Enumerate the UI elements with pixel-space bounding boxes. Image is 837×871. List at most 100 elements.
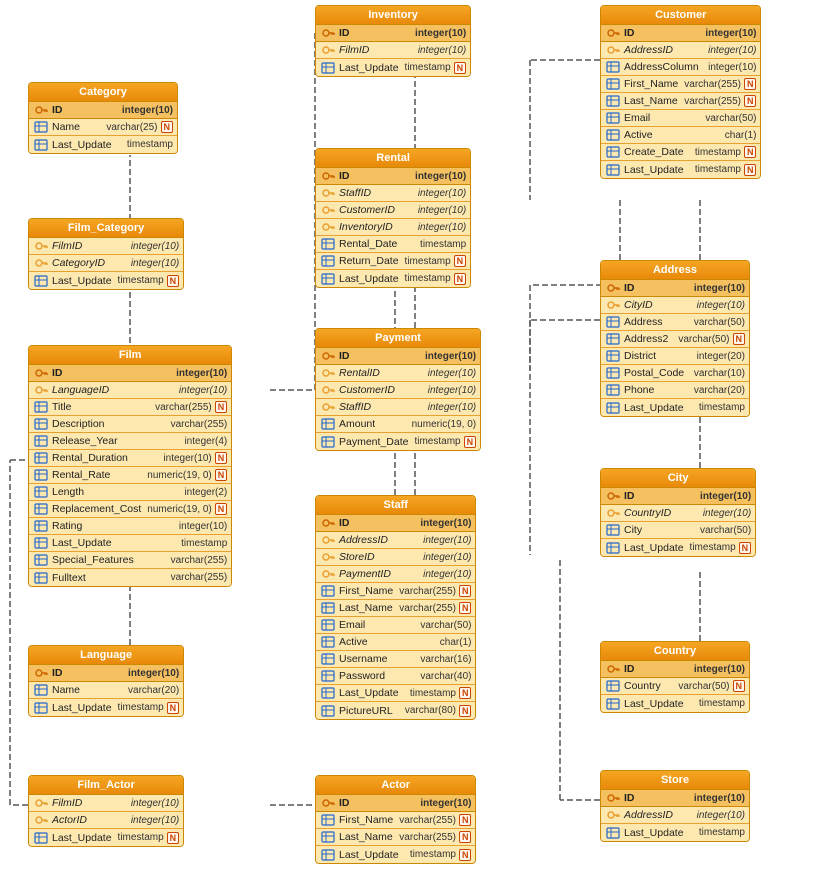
table-film[interactable]: FilmIDinteger(10)LanguageIDinteger(10)Ti… <box>28 345 232 587</box>
column-name: CategoryID <box>52 257 125 269</box>
column-icon <box>605 94 621 108</box>
table-customer[interactable]: CustomerIDinteger(10)AddressIDinteger(10… <box>600 5 761 179</box>
column-name: ActorID <box>52 814 125 826</box>
column-name: Last_Name <box>624 95 678 107</box>
table-row: IDinteger(10) <box>316 168 470 185</box>
table-row: Namevarchar(20) <box>29 682 183 699</box>
column-type: char(1) <box>440 637 472 648</box>
table-actor[interactable]: ActorIDinteger(10)First_Namevarchar(255)… <box>315 775 476 864</box>
table-row: Last_UpdatetimestampN <box>601 161 760 178</box>
column-icon <box>320 254 336 268</box>
column-icon <box>33 138 49 152</box>
table-row: IDinteger(10) <box>601 280 749 297</box>
table-row: Last_Namevarchar(255)N <box>316 829 475 846</box>
table-row: Rental_Datetimestamp <box>316 236 470 253</box>
column-name: Last_Update <box>624 542 684 554</box>
column-type: integer(10) <box>131 815 179 826</box>
primary-key-icon <box>320 169 336 183</box>
foreign-key-icon <box>320 567 336 581</box>
column-type: integer(10) <box>708 62 756 73</box>
column-type: timestamp <box>181 538 227 549</box>
column-type: integer(10) <box>694 793 745 804</box>
primary-key-icon <box>320 26 336 40</box>
column-type: integer(10) <box>428 368 476 379</box>
table-row: Last_UpdatetimestampN <box>316 59 470 76</box>
table-film_category[interactable]: Film_CategoryFilmIDinteger(10)CategoryID… <box>28 218 184 290</box>
not-null-badge: N <box>744 95 757 107</box>
primary-key-icon <box>320 796 336 810</box>
table-row: Address2varchar(50)N <box>601 331 749 348</box>
table-row: StoreIDinteger(10) <box>316 549 475 566</box>
column-icon <box>605 697 621 711</box>
column-icon <box>33 417 49 431</box>
table-staff[interactable]: StaffIDinteger(10)AddressIDinteger(10)St… <box>315 495 476 720</box>
table-row: IDinteger(10) <box>601 488 755 505</box>
column-type: timestamp <box>699 698 745 709</box>
column-type: integer(10) <box>423 535 471 546</box>
column-type: numeric(19, 0) <box>147 504 211 515</box>
not-null-badge: N <box>454 255 467 267</box>
table-row: IDinteger(10) <box>601 661 749 678</box>
column-name: FilmID <box>52 797 125 809</box>
column-name: Last_Update <box>52 702 112 714</box>
table-row: Last_Updatetimestamp <box>29 535 231 552</box>
table-country[interactable]: CountryIDinteger(10)Countryvarchar(50)NL… <box>600 641 750 713</box>
column-type: varchar(10) <box>694 368 745 379</box>
column-name: ID <box>624 282 688 294</box>
column-type: integer(10) <box>423 552 471 563</box>
table-row: First_Namevarchar(255)N <box>316 583 475 600</box>
column-name: InventoryID <box>339 221 412 233</box>
table-inventory[interactable]: InventoryIDinteger(10)FilmIDinteger(10)L… <box>315 5 471 77</box>
table-row: Ratinginteger(10) <box>29 518 231 535</box>
foreign-key-icon <box>320 550 336 564</box>
column-icon <box>320 652 336 666</box>
column-type: integer(10) <box>697 810 745 821</box>
column-type: varchar(255) <box>399 586 456 597</box>
foreign-key-icon <box>33 239 49 253</box>
table-language[interactable]: LanguageIDinteger(10)Namevarchar(20)Last… <box>28 645 184 717</box>
table-city[interactable]: CityIDinteger(10)CountryIDinteger(10)Cit… <box>600 468 756 557</box>
column-name: CustomerID <box>339 204 412 216</box>
column-type: varchar(50) <box>705 113 756 124</box>
table-row: CustomerIDinteger(10) <box>316 202 470 219</box>
foreign-key-icon <box>33 813 49 827</box>
column-type: integer(10) <box>428 402 476 413</box>
column-type: numeric(19, 0) <box>412 419 476 430</box>
column-name: ID <box>624 27 699 39</box>
column-name: Description <box>52 418 165 430</box>
primary-key-icon <box>320 349 336 363</box>
column-icon <box>320 237 336 251</box>
table-category[interactable]: CategoryIDinteger(10)Namevarchar(25)NLas… <box>28 82 178 154</box>
table-store[interactable]: StoreIDinteger(10)AddressIDinteger(10)La… <box>600 770 750 842</box>
table-address[interactable]: AddressIDinteger(10)CityIDinteger(10)Add… <box>600 260 750 417</box>
table-row: Last_Updatetimestamp <box>29 136 177 153</box>
table-film_actor[interactable]: Film_ActorFilmIDinteger(10)ActorIDintege… <box>28 775 184 847</box>
table-row: Postal_Codevarchar(10) <box>601 365 749 382</box>
primary-key-icon <box>605 662 621 676</box>
table-row: Activechar(1) <box>601 127 760 144</box>
foreign-key-icon <box>320 400 336 414</box>
table-row: IDinteger(10) <box>316 515 475 532</box>
table-header-actor: Actor <box>316 776 475 795</box>
not-null-badge: N <box>733 333 746 345</box>
column-icon <box>320 601 336 615</box>
column-type: numeric(19, 0) <box>147 470 211 481</box>
table-row: First_Namevarchar(255)N <box>601 76 760 93</box>
column-icon <box>33 468 49 482</box>
column-type: integer(10) <box>418 45 466 56</box>
column-icon <box>320 435 336 449</box>
not-null-badge: N <box>215 503 228 515</box>
column-icon <box>33 451 49 465</box>
column-icon <box>33 683 49 697</box>
table-row: FilmIDinteger(10) <box>29 238 183 255</box>
column-type: integer(10) <box>708 45 756 56</box>
table-rental[interactable]: RentalIDinteger(10)StaffIDinteger(10)Cus… <box>315 148 471 288</box>
column-type: varchar(40) <box>420 671 471 682</box>
column-icon <box>33 701 49 715</box>
column-name: Last_Update <box>339 849 404 861</box>
table-payment[interactable]: PaymentIDinteger(10)RentalIDinteger(10)C… <box>315 328 481 451</box>
column-name: ID <box>339 170 409 182</box>
column-name: Last_Update <box>624 698 693 710</box>
column-name: ID <box>52 667 122 679</box>
foreign-key-icon <box>320 366 336 380</box>
